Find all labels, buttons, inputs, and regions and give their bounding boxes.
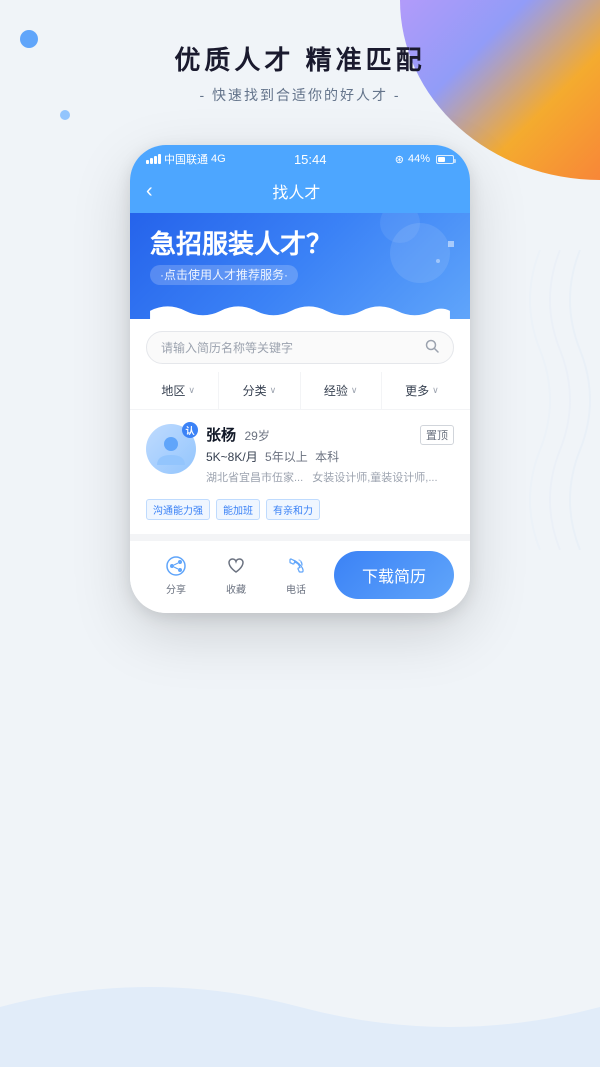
salary-range: 5K~8K/月 [206, 450, 258, 464]
phone-action[interactable]: 电话 [266, 554, 326, 596]
share-label: 分享 [166, 581, 186, 596]
filter-more-arrow: ∨ [432, 385, 439, 396]
filter-region-arrow: ∨ [188, 385, 195, 396]
signal-bar-3 [154, 156, 157, 164]
filter-experience-label: 经验 [324, 382, 348, 399]
candidate-salary-row: 5K~8K/月 5年以上 本科 [206, 448, 454, 465]
pin-button[interactable]: 置顶 [420, 425, 454, 445]
status-right: ⊛ 44% [395, 153, 454, 166]
status-time: 15:44 [294, 152, 327, 167]
candidate-age: 29岁 [244, 429, 269, 443]
collect-icon [224, 554, 248, 578]
bg-wave-bottom [0, 947, 600, 1067]
hero-headline: 优质人才 精准匹配 [174, 40, 425, 77]
network-label: 4G [211, 153, 226, 165]
candidate-name-age: 张杨 29岁 [206, 424, 270, 445]
recruitment-banner[interactable]: 急招服装人才？ ·点击使用人才推荐服务· [130, 213, 470, 319]
filter-category-arrow: ∨ [270, 385, 277, 396]
candidate-info: 张杨 29岁 置顶 5K~8K/月 5年以上 本科 湖北省宜昌市伍家... 女装… [206, 424, 454, 491]
hero-subheadline: - 快速找到合适你的好人才 - [199, 85, 400, 105]
battery-bar [436, 155, 454, 164]
search-area: 请输入简历名称等关键字 [130, 319, 470, 372]
filter-region[interactable]: 地区 ∨ [138, 372, 219, 409]
banner-wave-svg [150, 302, 450, 320]
filter-more[interactable]: 更多 ∨ [382, 372, 462, 409]
carrier-label: 中国联通 [164, 151, 208, 167]
filter-region-label: 地区 [161, 382, 185, 399]
collect-label: 收藏 [226, 581, 246, 596]
filter-experience-arrow: ∨ [351, 385, 358, 396]
search-icon[interactable] [425, 339, 439, 356]
tag-friendly: 有亲和力 [266, 499, 320, 520]
candidate-header: 认 张杨 29岁 置顶 5K~8K/月 5年以上 本科 [146, 424, 454, 491]
tags-row: 沟通能力强 能加班 有亲和力 [146, 499, 454, 520]
signal-bar-4 [158, 154, 161, 164]
share-action[interactable]: 分享 [146, 554, 206, 596]
filter-category[interactable]: 分类 ∨ [219, 372, 300, 409]
download-resume-button[interactable]: 下载简历 [334, 551, 454, 599]
avatar-person-icon [153, 431, 189, 467]
status-left: 中国联通 4G [146, 151, 226, 167]
battery-icon: ⊛ [395, 153, 404, 166]
avatar-badge: 认 [182, 422, 198, 438]
filter-more-label: 更多 [405, 382, 429, 399]
avatar-wrap: 认 [146, 424, 196, 474]
filter-bar: 地区 ∨ 分类 ∨ 经验 ∨ 更多 ∨ [130, 372, 470, 410]
back-button[interactable]: ‹ [146, 180, 153, 203]
candidate-card[interactable]: 认 张杨 29岁 置顶 5K~8K/月 5年以上 本科 [130, 410, 470, 540]
battery-pct: 44% [408, 153, 430, 165]
signal-bars [146, 154, 161, 164]
search-placeholder: 请输入简历名称等关键字 [161, 339, 425, 356]
tag-overtime: 能加班 [216, 499, 260, 520]
collect-action[interactable]: 收藏 [206, 554, 266, 596]
skills-text: 女装设计师,童装设计师,... [312, 472, 437, 484]
filter-category-label: 分类 [243, 382, 267, 399]
tag-communication: 沟通能力强 [146, 499, 210, 520]
bottom-action-bar: 分享 收藏 [130, 540, 470, 613]
banner-waves [150, 299, 450, 319]
status-bar: 中国联通 4G 15:44 ⊛ 44% [130, 145, 470, 171]
banner-dot-2 [436, 259, 440, 263]
candidate-name-row: 张杨 29岁 置顶 [206, 424, 454, 445]
nav-bar: ‹ 找人才 [130, 171, 470, 213]
share-icon [164, 554, 188, 578]
education-label: 本科 [315, 450, 339, 464]
banner-dot-1 [448, 241, 454, 247]
signal-bar-1 [146, 160, 149, 164]
candidate-name: 张杨 [206, 427, 236, 444]
signal-bar-2 [150, 158, 153, 164]
phone-label: 电话 [286, 581, 306, 596]
experience-label: 5年以上 [265, 450, 308, 464]
search-box[interactable]: 请输入简历名称等关键字 [146, 331, 454, 364]
phone-mockup: 中国联通 4G 15:44 ⊛ 44% ‹ 找人才 [130, 145, 470, 613]
filter-experience[interactable]: 经验 ∨ [301, 372, 382, 409]
candidate-location: 湖北省宜昌市伍家... 女装设计师,童装设计师,... [206, 469, 454, 485]
nav-title: 找人才 [163, 179, 430, 203]
location-text: 湖北省宜昌市伍家... [206, 472, 303, 484]
phone-icon [284, 554, 308, 578]
